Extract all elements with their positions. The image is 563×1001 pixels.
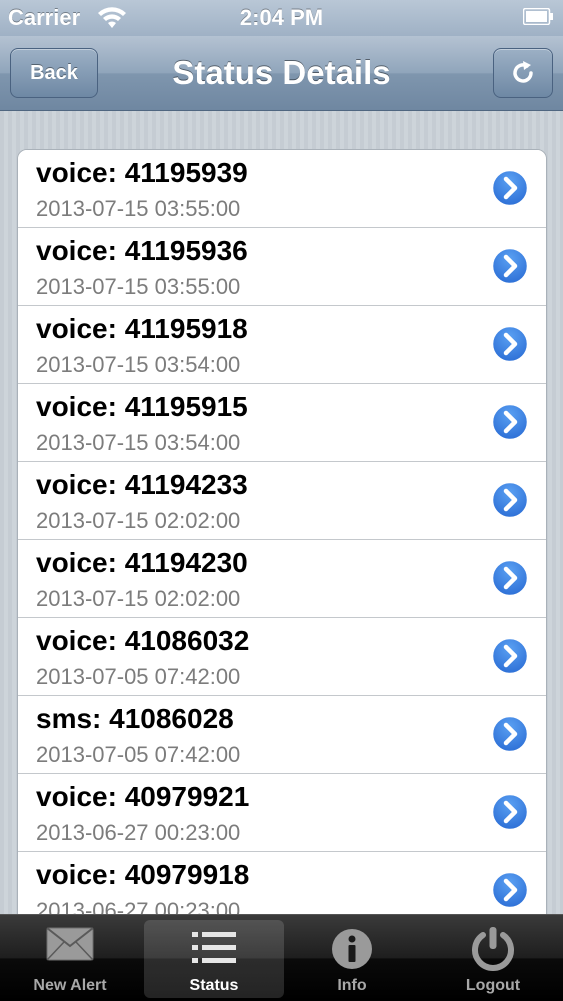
- disclosure-button-icon[interactable]: [490, 870, 530, 910]
- tab-label: New Alert: [33, 977, 107, 994]
- list-item[interactable]: sms: 41086028 2013-07-05 07:42:00: [18, 696, 546, 774]
- tab-label: Status: [189, 977, 239, 994]
- battery-icon: [523, 8, 553, 25]
- tab-info[interactable]: Info: [282, 915, 422, 1001]
- item-timestamp: 2013-07-05 07:42:00: [36, 742, 241, 767]
- tab-bar: New Alert Status Info Logout: [0, 914, 563, 1001]
- item-title: voice: 41195939: [36, 157, 248, 188]
- item-timestamp: 2013-06-27 00:23:00: [36, 820, 241, 845]
- item-timestamp: 2013-07-15 03:55:00: [36, 274, 241, 299]
- list-item[interactable]: voice: 41195936 2013-07-15 03:55:00: [18, 228, 546, 306]
- refresh-icon: [513, 61, 533, 83]
- list-item[interactable]: voice: 41194233 2013-07-15 02:02:00: [18, 462, 546, 540]
- status-bar: Carrier 2:04 PM: [0, 0, 563, 36]
- tab-status[interactable]: Status: [144, 920, 284, 998]
- item-timestamp: 2013-07-15 02:02:00: [36, 586, 241, 611]
- tab-logout[interactable]: Logout: [423, 915, 563, 1001]
- item-title: voice: 41194233: [36, 469, 248, 500]
- disclosure-button-icon[interactable]: [490, 480, 530, 520]
- disclosure-button-icon[interactable]: [490, 636, 530, 676]
- item-title: voice: 41195936: [36, 235, 248, 266]
- list-item[interactable]: voice: 40979921 2013-06-27 00:23:00: [18, 774, 546, 852]
- list-item[interactable]: voice: 41086032 2013-07-05 07:42:00: [18, 618, 546, 696]
- tab-label: Info: [337, 977, 367, 994]
- disclosure-button-icon[interactable]: [490, 792, 530, 832]
- disclosure-button-icon[interactable]: [490, 168, 530, 208]
- tab-new-alert[interactable]: New Alert: [0, 915, 140, 1001]
- list-item[interactable]: voice: 40979918 2013-06-27 00:23:00: [18, 852, 546, 920]
- disclosure-button-icon[interactable]: [490, 558, 530, 598]
- item-title: voice: 41086032: [36, 625, 250, 656]
- item-timestamp: 2013-07-15 03:54:00: [36, 430, 241, 455]
- clock: 2:04 PM: [239, 5, 324, 30]
- status-list: voice: 41195939 2013-07-15 03:55:00 voice:…: [17, 149, 547, 921]
- item-title: voice: 40979921: [36, 781, 250, 812]
- item-title: voice: 41195918: [36, 313, 248, 344]
- power-icon: [472, 927, 514, 971]
- list-item[interactable]: voice: 41195939 2013-07-15 03:55:00: [18, 150, 546, 228]
- item-title: voice: 41194230: [36, 547, 248, 578]
- disclosure-button-icon[interactable]: [490, 714, 530, 754]
- disclosure-button-icon[interactable]: [490, 402, 530, 442]
- item-title: voice: 41195915: [36, 391, 248, 422]
- item-title: voice: 40979918: [36, 859, 250, 890]
- item-timestamp: 2013-07-15 03:55:00: [36, 196, 241, 221]
- envelope-icon: [46, 927, 94, 961]
- disclosure-button-icon[interactable]: [490, 324, 530, 364]
- item-timestamp: 2013-07-15 03:54:00: [36, 352, 241, 377]
- item-timestamp: 2013-07-15 02:02:00: [36, 508, 241, 533]
- page-title: Status Details: [172, 54, 391, 91]
- list-item[interactable]: voice: 41195918 2013-07-15 03:54:00: [18, 306, 546, 384]
- disclosure-button-icon[interactable]: [490, 246, 530, 286]
- navigation-bar: Back Status Details: [0, 36, 563, 111]
- list-item[interactable]: voice: 41195915 2013-07-15 03:54:00: [18, 384, 546, 462]
- item-title: sms: 41086028: [36, 703, 234, 734]
- list-icon: [192, 932, 236, 963]
- info-icon: [332, 929, 372, 969]
- tab-label: Logout: [465, 977, 521, 994]
- item-timestamp: 2013-07-05 07:42:00: [36, 664, 241, 689]
- list-item[interactable]: voice: 41194230 2013-07-15 02:02:00: [18, 540, 546, 618]
- refresh-button[interactable]: [493, 48, 553, 98]
